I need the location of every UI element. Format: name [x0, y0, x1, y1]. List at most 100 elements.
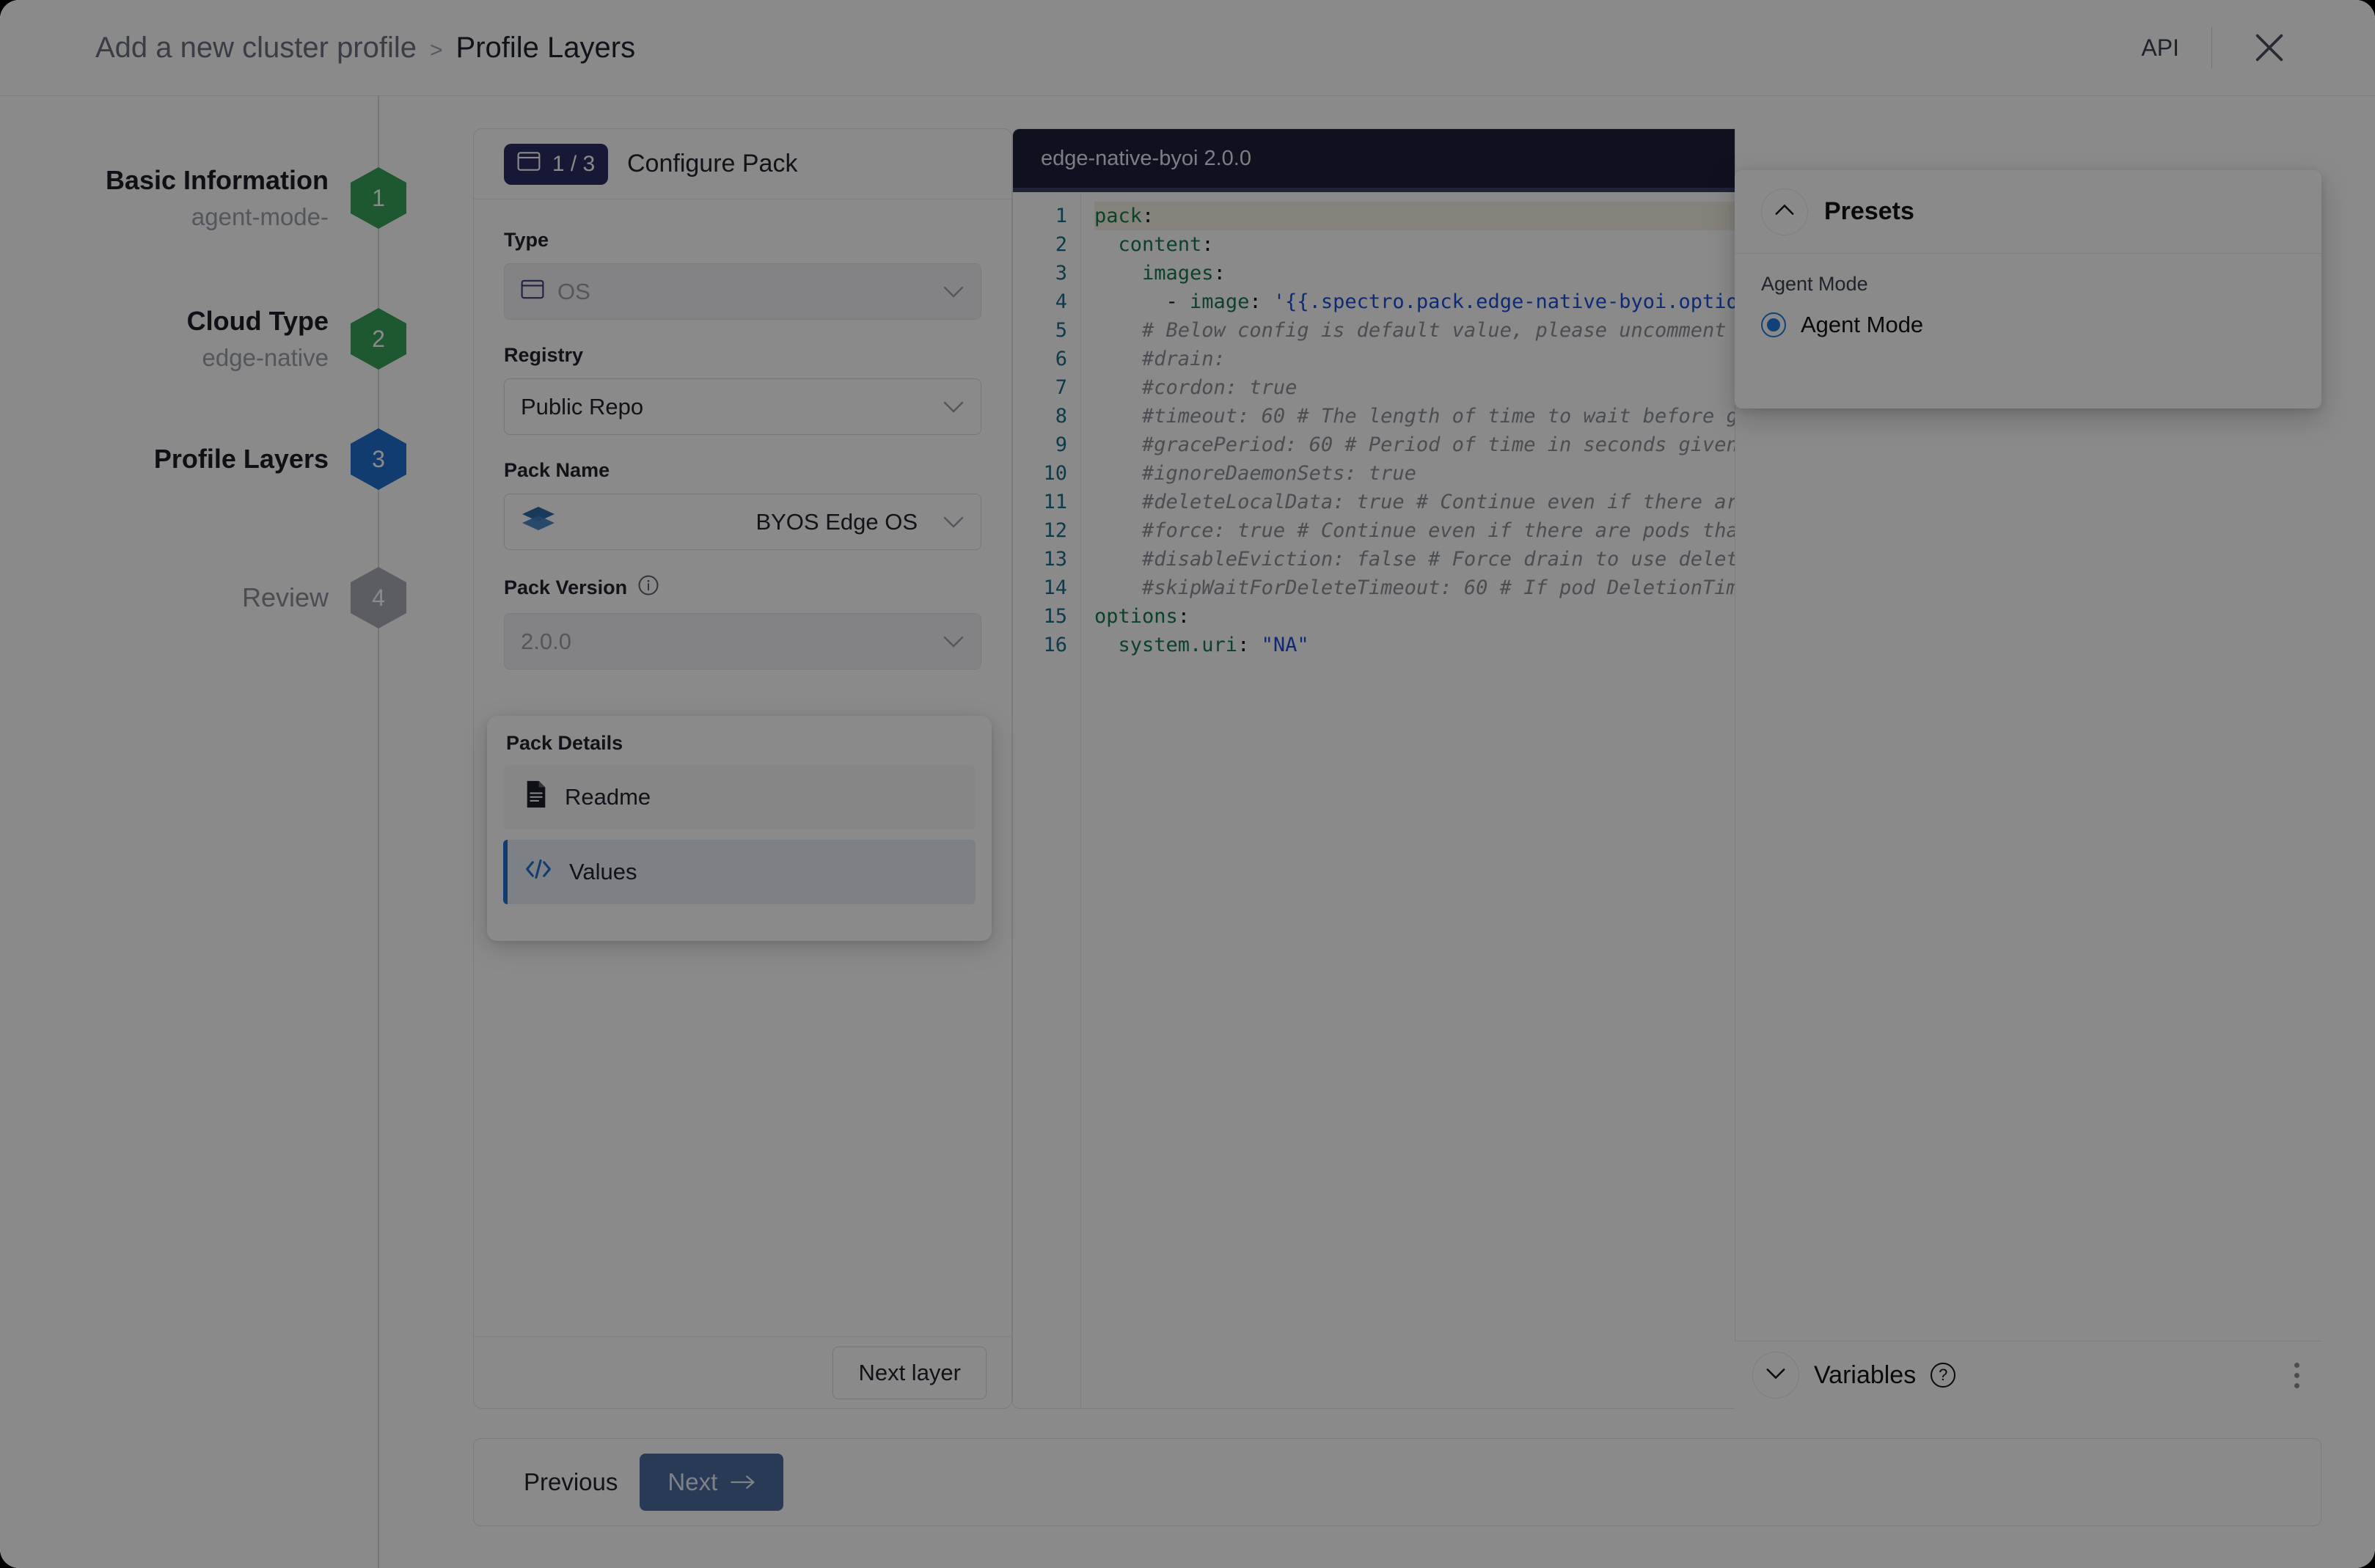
help-circle-icon[interactable]: ? [1931, 1363, 1956, 1388]
pack-details-popover: Pack Details Readme Values [487, 716, 992, 941]
presets-collapse-button[interactable] [1761, 188, 1808, 235]
step-subtitle: edge-native [202, 344, 329, 371]
line-number: 1 [1055, 205, 1067, 227]
close-window-button[interactable] [2212, 27, 2318, 68]
pack-details-item-readme[interactable]: Readme [503, 765, 976, 829]
type-select-value: OS [557, 278, 590, 304]
pack-name-select[interactable]: BYOS Edge OS [504, 494, 981, 550]
wizard-steps-rail: Basic Information agent-mode- 1 Cloud Ty… [0, 96, 406, 1568]
preset-option-agent-mode[interactable]: Agent Mode [1761, 312, 2295, 338]
chevron-down-icon [943, 285, 965, 298]
line-number: 12 [1043, 519, 1067, 542]
presets-header[interactable]: Presets [1735, 170, 2321, 254]
next-layer-button[interactable]: Next layer [832, 1346, 987, 1399]
step-badge-2: 2 [351, 308, 406, 370]
step-number: 2 [372, 325, 385, 352]
pack-details-item-values[interactable]: Values [503, 840, 976, 904]
variables-expand-button[interactable] [1752, 1352, 1799, 1399]
line-number: 5 [1055, 319, 1067, 342]
breadcrumb-separator: > [430, 37, 443, 62]
chevron-up-icon [1774, 203, 1795, 220]
field-type: Type OS [504, 229, 981, 320]
step-number: 3 [372, 445, 385, 472]
line-number: 14 [1043, 576, 1067, 599]
configure-pack-footer: Next layer [474, 1336, 1011, 1408]
line-number: 2 [1055, 233, 1067, 256]
line-number: 13 [1043, 548, 1067, 571]
step-title: Cloud Type [186, 306, 329, 336]
next-button[interactable]: Next [640, 1454, 784, 1511]
presets-panel: Presets Agent Mode Agent Mode [1735, 170, 2321, 409]
code-brackets-icon [524, 857, 553, 887]
chevron-down-icon [1765, 1367, 1786, 1384]
configure-pack-title: Configure Pack [627, 150, 798, 177]
radio-button[interactable] [1761, 312, 1786, 337]
layer-window-icon [517, 151, 541, 177]
pack-details-title: Pack Details [506, 732, 623, 754]
field-pack-version: Pack Version 2.0.0 [504, 574, 981, 670]
step-badge-1: 1 [351, 167, 406, 229]
registry-select-value: Public Repo [521, 393, 644, 420]
cluster-profile-wizard-window: Add a new cluster profile > Profile Laye… [0, 0, 2375, 1568]
field-label-pack-version: Pack Version [504, 574, 981, 601]
arrow-right-icon [731, 1468, 755, 1496]
preset-group-label: Agent Mode [1761, 273, 1868, 295]
breadcrumb: Add a new cluster profile > Profile Laye… [95, 32, 635, 65]
line-number: 16 [1043, 634, 1067, 656]
line-number: 7 [1055, 376, 1067, 399]
pack-version-select[interactable]: 2.0.0 [504, 613, 981, 670]
field-registry: Registry Public Repo [504, 344, 981, 435]
field-label-pack-name: Pack Name [504, 459, 610, 481]
field-pack-name: Pack Name BYOS Edge OS [504, 459, 981, 550]
configure-pack-header: 1 / 3 Configure Pack [474, 129, 1011, 199]
step-number: 4 [372, 584, 385, 611]
api-link[interactable]: API [2109, 34, 2211, 62]
field-label-pack-version-text: Pack Version [504, 576, 628, 598]
info-icon[interactable] [637, 574, 659, 601]
chevron-down-icon [943, 635, 965, 648]
editor-filename: edge-native-byoi 2.0.0 [1041, 146, 1251, 170]
variables-section: Variables ? [1735, 1341, 2321, 1409]
chevron-down-icon [943, 516, 965, 529]
line-number: 10 [1043, 462, 1067, 485]
type-select[interactable]: OS [504, 263, 981, 320]
wizard-step-cloud-type[interactable]: Cloud Type edge-native 2 [0, 306, 406, 372]
preset-option-label: Agent Mode [1801, 312, 1924, 337]
previous-button[interactable]: Previous [524, 1468, 618, 1496]
pack-details-item-label: Values [569, 859, 637, 884]
line-number: 9 [1055, 433, 1067, 456]
wizard-step-review[interactable]: Review 4 [0, 567, 406, 629]
wizard-navigation-bar: Previous Next [473, 1438, 2321, 1526]
wizard-step-basic-information[interactable]: Basic Information agent-mode- 1 [0, 165, 406, 231]
line-number: 11 [1043, 491, 1067, 513]
step-title: Review [241, 582, 329, 612]
layer-window-icon [521, 279, 544, 305]
breadcrumb-parent[interactable]: Add a new cluster profile [95, 32, 417, 65]
presets-title: Presets [1824, 197, 1914, 225]
variables-more-button[interactable] [2294, 1362, 2299, 1388]
close-icon [2249, 27, 2290, 68]
pack-details-item-label: Readme [565, 784, 651, 810]
pack-step-chip: 1 / 3 [504, 143, 608, 185]
step-badge-3: 3 [351, 428, 406, 490]
step-title: Basic Information [105, 165, 329, 195]
registry-select[interactable]: Public Repo [504, 378, 981, 435]
field-label-type: Type [504, 229, 549, 251]
breadcrumb-current: Profile Layers [455, 31, 636, 64]
line-number-gutter: 1 2 3 4 5 6 7 8 9 10 11 12 13 14 15 16 [1013, 192, 1080, 1408]
wizard-step-profile-layers[interactable]: Profile Layers 3 [0, 428, 406, 490]
presets-body: Agent Mode Agent Mode [1735, 254, 2321, 338]
step-subtitle: agent-mode- [191, 203, 329, 230]
line-number: 4 [1055, 290, 1067, 313]
line-number: 3 [1055, 262, 1067, 285]
chevron-down-icon [943, 400, 965, 414]
pack-step-chip-label: 1 / 3 [552, 151, 596, 176]
window-header: Add a new cluster profile > Profile Laye… [0, 0, 2375, 96]
spectro-stack-icon [521, 505, 556, 539]
step-number: 1 [372, 184, 385, 211]
pack-name-select-value: BYOS Edge OS [755, 508, 918, 535]
document-icon [524, 780, 549, 815]
step-title: Profile Layers [153, 444, 329, 474]
line-number: 8 [1055, 405, 1067, 428]
pack-version-select-value: 2.0.0 [521, 628, 571, 654]
